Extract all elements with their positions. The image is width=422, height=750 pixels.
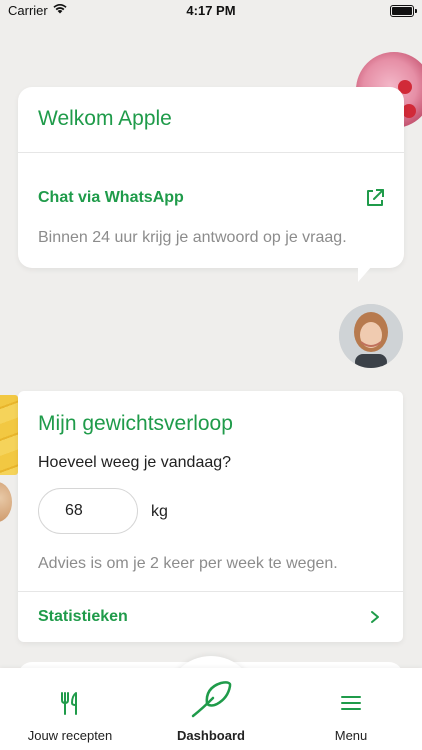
tab-menu-label: Menu <box>334 728 368 743</box>
tab-dashboard-label: Dashboard <box>177 728 245 743</box>
clock: 4:17 PM <box>186 3 236 18</box>
statistics-label: Statistieken <box>38 608 128 625</box>
weight-card-title: Mijn gewichtsverloop <box>38 412 233 435</box>
avatar-portrait <box>339 304 403 368</box>
tab-recipes-label: Jouw recepten <box>27 728 113 743</box>
chevron-right-icon <box>371 611 379 623</box>
status-bar: Carrier 4:17 PM <box>0 0 422 22</box>
raspberry-image <box>402 104 416 118</box>
speech-bubble-tail <box>358 266 372 282</box>
weight-input[interactable] <box>38 488 138 534</box>
cheese-cubes-image <box>0 395 18 475</box>
weight-unit: kg <box>151 503 168 520</box>
chat-response-note: Binnen 24 uur krijg je antwoord op je vr… <box>38 229 347 246</box>
coach-avatar <box>339 304 403 368</box>
leaf-icon <box>191 681 232 718</box>
battery-icon <box>390 5 417 17</box>
tab-bar: Jouw recepten Dashboard Menu <box>0 668 422 750</box>
divider <box>18 152 404 153</box>
tab-menu[interactable]: Menu <box>291 668 411 750</box>
hamburger-menu-icon <box>341 696 361 710</box>
tab-dashboard[interactable]: Dashboard <box>151 668 271 750</box>
statistics-row[interactable]: Statistieken <box>18 591 403 642</box>
egg-image <box>0 482 12 522</box>
whatsapp-chat-link[interactable]: Chat via WhatsApp <box>38 189 184 207</box>
cutlery-icon <box>61 692 77 715</box>
external-link-icon[interactable] <box>364 187 386 209</box>
weight-card: Mijn gewichtsverloop Hoeveel weeg je van… <box>18 391 403 642</box>
weigh-advice: Advies is om je 2 keer per week te wegen… <box>38 555 338 572</box>
weight-question: Hoeveel weeg je vandaag? <box>38 454 232 471</box>
welcome-title: Welkom Apple <box>38 107 172 130</box>
welcome-card: Welkom Apple Chat via WhatsApp Binnen 24… <box>18 87 404 282</box>
tab-recipes[interactable]: Jouw recepten <box>10 668 130 750</box>
